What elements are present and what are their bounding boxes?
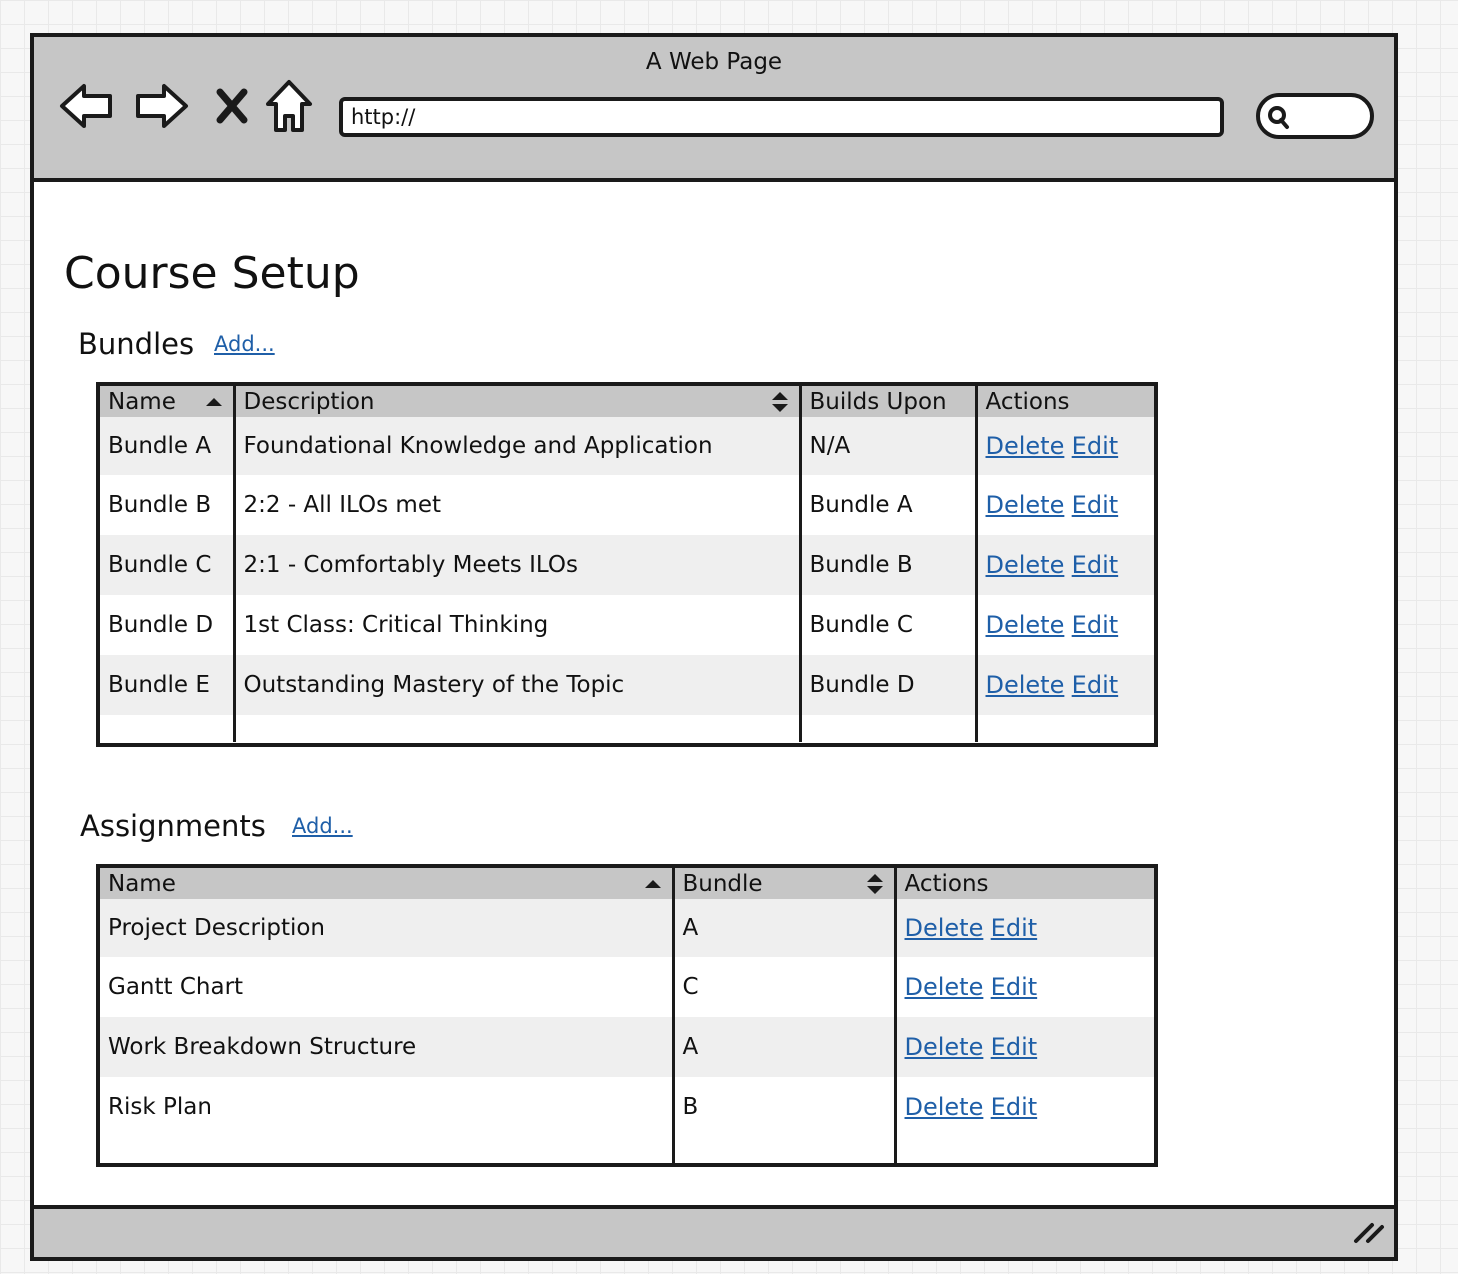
column-header-actions: Actions [893, 868, 1154, 899]
search-input[interactable] [1256, 93, 1374, 139]
assignments-heading: Assignments [80, 809, 266, 843]
cell-bundle: A [671, 899, 895, 957]
cell-name: Gantt Chart [100, 957, 673, 1017]
column-header-bundle[interactable]: Bundle [671, 868, 895, 899]
search-icon [1266, 103, 1292, 135]
delete-link[interactable]: Delete [986, 432, 1065, 460]
close-icon[interactable] [202, 77, 262, 135]
bundles-heading: Bundles [78, 327, 195, 361]
cell-actions: Delete Edit [974, 417, 1154, 475]
edit-link[interactable]: Edit [1072, 491, 1118, 519]
cell-actions: Delete Edit [893, 899, 1154, 957]
cell-actions: Delete Edit [974, 535, 1154, 595]
arrow-right-icon[interactable] [132, 77, 190, 135]
cell-builds-upon: Bundle B [798, 535, 976, 595]
cell-name: Risk Plan [100, 1077, 673, 1137]
edit-link[interactable]: Edit [1072, 551, 1118, 579]
table-row: Project Description A Delete Edit [100, 899, 1154, 957]
cell-description: 1st Class: Critical Thinking [232, 595, 800, 655]
add-assignment-link[interactable]: Add... [292, 814, 353, 838]
cell-name: Bundle A [100, 417, 234, 475]
window-title: A Web Page [645, 49, 783, 75]
table-header-row: Name Description Builds Upon Actions [100, 386, 1154, 417]
delete-link[interactable]: Delete [986, 491, 1065, 519]
cell-builds-upon: Bundle D [798, 655, 976, 715]
table-row: Bundle B 2:2 - All ILOs met Bundle A Del… [100, 475, 1154, 535]
table-empty-row [100, 715, 1154, 742]
cell-builds-upon: Bundle C [798, 595, 976, 655]
add-bundle-link[interactable]: Add... [214, 332, 275, 356]
delete-link[interactable]: Delete [986, 671, 1065, 699]
cell-bundle: B [671, 1077, 895, 1137]
cell-name: Work Breakdown Structure [100, 1017, 673, 1077]
cell-builds-upon: N/A [798, 417, 976, 475]
cell-actions: Delete Edit [893, 1017, 1154, 1077]
cell-name: Bundle D [100, 595, 234, 655]
home-icon[interactable] [260, 77, 318, 135]
column-header-actions: Actions [974, 386, 1154, 417]
sort-ascending-icon[interactable] [644, 879, 662, 889]
status-bar [34, 1205, 1394, 1257]
cell-actions: Delete Edit [974, 655, 1154, 715]
cell-description: Outstanding Mastery of the Topic [232, 655, 800, 715]
cell-name: Bundle B [100, 475, 234, 535]
table-row: Bundle A Foundational Knowledge and Appl… [100, 417, 1154, 475]
browser-toolbar: A Web Page [34, 37, 1394, 182]
cell-bundle: C [671, 957, 895, 1017]
table-header-row: Name Bundle Actions [100, 868, 1154, 899]
cell-name: Bundle C [100, 535, 234, 595]
sort-toggle-icon[interactable] [771, 390, 789, 414]
table-row: Bundle E Outstanding Mastery of the Topi… [100, 655, 1154, 715]
edit-link[interactable]: Edit [1072, 611, 1118, 639]
cell-actions: Delete Edit [974, 595, 1154, 655]
table-row: Work Breakdown Structure A Delete Edit [100, 1017, 1154, 1077]
delete-link[interactable]: Delete [986, 551, 1065, 579]
cell-builds-upon: Bundle A [798, 475, 976, 535]
edit-link[interactable]: Edit [1072, 432, 1118, 460]
edit-link[interactable]: Edit [991, 1033, 1037, 1061]
cell-name: Project Description [100, 899, 673, 957]
edit-link[interactable]: Edit [991, 914, 1037, 942]
assignments-table: Name Bundle Actions Project Description … [96, 864, 1158, 1167]
browser-window: A Web Page http:// Course Setup Bundles … [30, 33, 1398, 1261]
page-content: Course Setup Bundles Add... Name Descrip… [34, 182, 1394, 1205]
cell-actions: Delete Edit [893, 957, 1154, 1017]
column-header-builds-upon[interactable]: Builds Upon [798, 386, 976, 417]
column-header-description[interactable]: Description [232, 386, 800, 417]
sort-toggle-icon[interactable] [866, 872, 884, 896]
delete-link[interactable]: Delete [986, 611, 1065, 639]
sort-ascending-icon[interactable] [205, 397, 223, 407]
cell-description: 2:1 - Comfortably Meets ILOs [232, 535, 800, 595]
arrow-left-icon[interactable] [58, 77, 116, 135]
table-empty-row [100, 1137, 1154, 1163]
page-title: Course Setup [64, 248, 360, 299]
cell-actions: Delete Edit [974, 475, 1154, 535]
table-row: Gantt Chart C Delete Edit [100, 957, 1154, 1017]
delete-link[interactable]: Delete [905, 1033, 984, 1061]
table-row: Risk Plan B Delete Edit [100, 1077, 1154, 1137]
delete-link[interactable]: Delete [905, 914, 984, 942]
column-header-name[interactable]: Name [100, 386, 234, 417]
edit-link[interactable]: Edit [991, 1093, 1037, 1121]
url-input[interactable] [339, 97, 1224, 137]
cell-name: Bundle E [100, 655, 234, 715]
table-row: Bundle C 2:1 - Comfortably Meets ILOs Bu… [100, 535, 1154, 595]
bundles-table: Name Description Builds Upon Actions Bun… [96, 382, 1158, 747]
cell-actions: Delete Edit [893, 1077, 1154, 1137]
edit-link[interactable]: Edit [991, 973, 1037, 1001]
cell-description: 2:2 - All ILOs met [232, 475, 800, 535]
table-row: Bundle D 1st Class: Critical Thinking Bu… [100, 595, 1154, 655]
cell-description: Foundational Knowledge and Application [232, 417, 800, 475]
resize-grip-icon[interactable] [1352, 1219, 1386, 1249]
column-header-name[interactable]: Name [100, 868, 673, 899]
delete-link[interactable]: Delete [905, 1093, 984, 1121]
cell-bundle: A [671, 1017, 895, 1077]
edit-link[interactable]: Edit [1072, 671, 1118, 699]
delete-link[interactable]: Delete [905, 973, 984, 1001]
